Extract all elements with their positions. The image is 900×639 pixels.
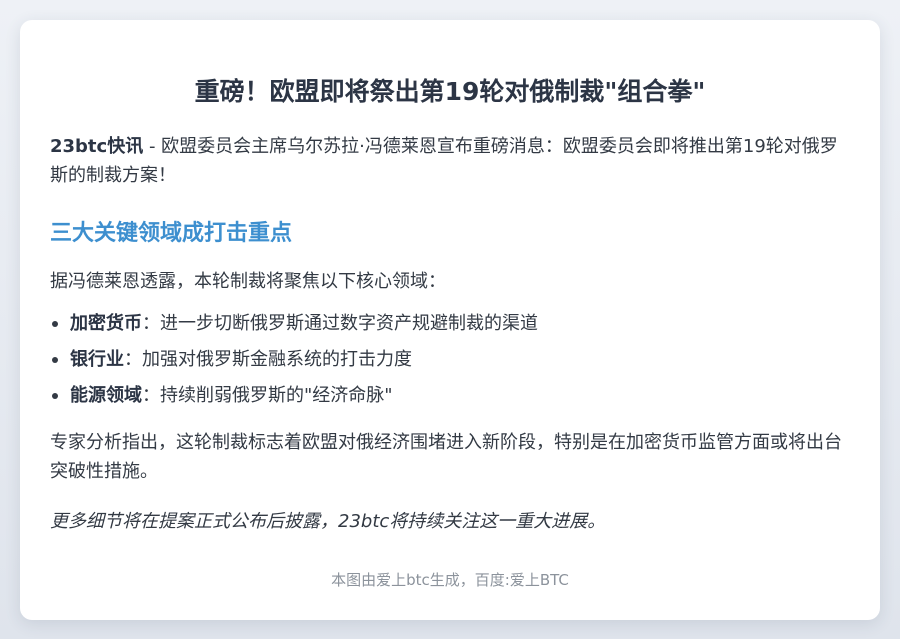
list-item-desc: ：加强对俄罗斯金融系统的打击力度	[124, 349, 412, 370]
lead-separator: -	[143, 136, 162, 157]
list-item-term: 能源领域	[70, 385, 142, 406]
article-card: 重磅！欧盟即将祭出第19轮对俄制裁"组合拳" 23btc快讯 - 欧盟委员会主席…	[20, 20, 880, 620]
analysis-paragraph: 专家分析指出，这轮制裁标志着欧盟对俄经济围堵进入新阶段，特别是在加密货币监管方面…	[50, 432, 842, 482]
key-areas-list: 加密货币：进一步切断俄罗斯通过数字资产规避制裁的渠道 银行业：加强对俄罗斯金融系…	[50, 310, 850, 410]
closing-paragraph: 更多细节将在提案正式公布后披露，23btc将持续关注这一重大进展。	[50, 511, 606, 532]
list-item: 银行业：加强对俄罗斯金融系统的打击力度	[50, 346, 850, 374]
bullet-icon	[52, 321, 58, 327]
section-heading: 三大关键领域成打击重点	[50, 221, 293, 246]
list-item-desc: ：持续削弱俄罗斯的"经济命脉"	[142, 385, 393, 406]
footer-credit: 本图由爱上btc生成，百度:爱上BTC	[331, 571, 569, 589]
lead-text: 欧盟委员会主席乌尔苏拉·冯德莱恩宣布重磅消息：欧盟委员会即将推出第19轮对俄罗斯…	[50, 136, 838, 186]
list-item-desc: ：进一步切断俄罗斯通过数字资产规避制裁的渠道	[142, 313, 538, 334]
intro-paragraph: 据冯德莱恩透露，本轮制裁将聚焦以下核心领域：	[50, 271, 446, 292]
article-title: 重磅！欧盟即将祭出第19轮对俄制裁"组合拳"	[194, 77, 706, 106]
lead-source: 23btc快讯	[50, 136, 144, 157]
bullet-icon	[52, 357, 58, 363]
list-item: 能源领域：持续削弱俄罗斯的"经济命脉"	[50, 382, 850, 410]
lead-paragraph: 23btc快讯 - 欧盟委员会主席乌尔苏拉·冯德莱恩宣布重磅消息：欧盟委员会即将…	[50, 132, 850, 190]
bullet-icon	[52, 393, 58, 399]
list-item-term: 加密货币	[70, 313, 142, 334]
list-item: 加密货币：进一步切断俄罗斯通过数字资产规避制裁的渠道	[50, 310, 850, 338]
list-item-term: 银行业	[70, 349, 124, 370]
